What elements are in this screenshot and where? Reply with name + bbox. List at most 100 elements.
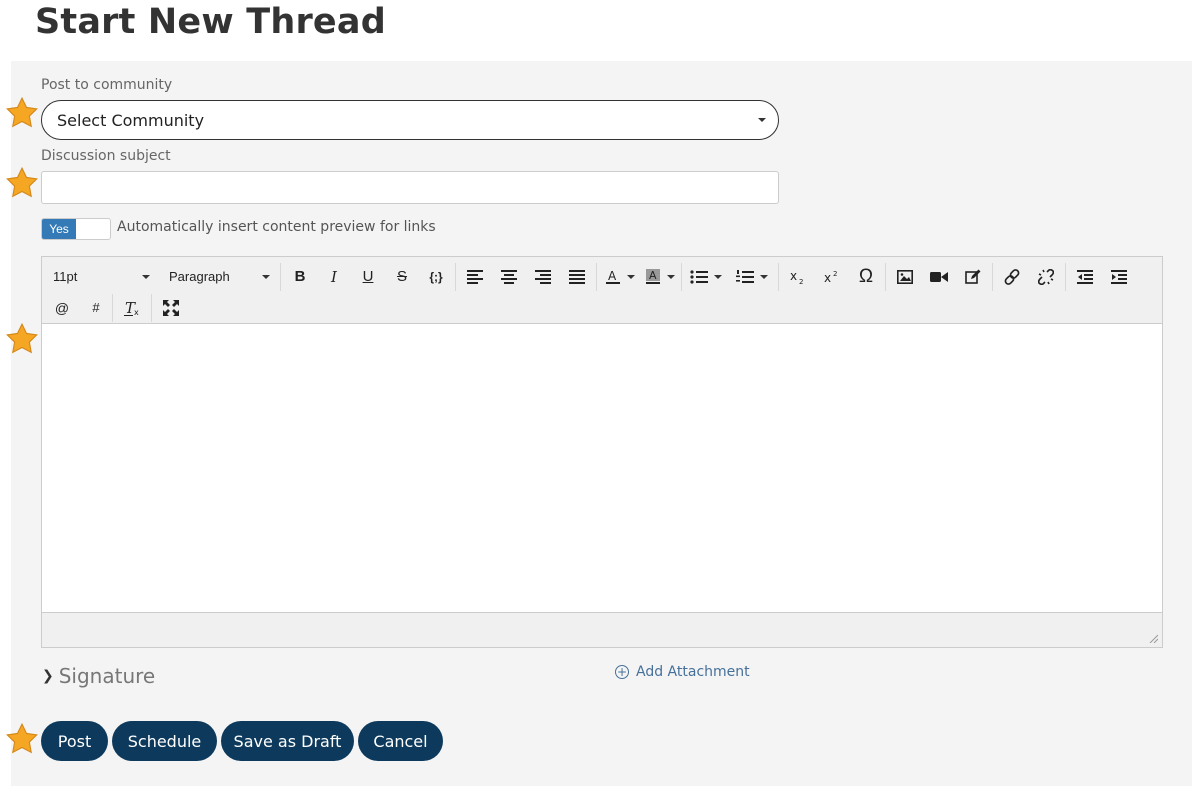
resize-handle-icon[interactable]	[1148, 633, 1158, 643]
edit-source-button[interactable]	[956, 263, 990, 291]
preview-toggle[interactable]: Yes	[41, 218, 111, 240]
italic-button[interactable]: I	[317, 263, 351, 291]
chevron-right-icon: ❯	[42, 668, 54, 684]
hashtag-button[interactable]: #	[82, 294, 110, 322]
caret-down-icon	[714, 274, 722, 279]
text-color-icon: A	[606, 269, 620, 284]
align-justify-button[interactable]	[560, 263, 594, 291]
post-button[interactable]: Post	[41, 721, 108, 761]
subscript-button[interactable]: x2	[781, 263, 815, 291]
numbered-list-button[interactable]	[730, 263, 776, 291]
align-left-button[interactable]	[458, 263, 492, 291]
remove-link-button[interactable]	[1029, 263, 1063, 291]
fullscreen-button[interactable]	[154, 294, 188, 322]
underline-button[interactable]: U	[351, 263, 385, 291]
toolbar-separator	[885, 262, 886, 291]
subject-label: Discussion subject	[41, 148, 171, 164]
block-format-value: Paragraph	[169, 269, 230, 284]
community-select[interactable]: Select Community	[41, 100, 779, 140]
code-icon: {;}	[429, 269, 443, 284]
required-star-icon	[6, 166, 38, 198]
toolbar-separator	[112, 293, 113, 322]
caret-down-icon	[262, 274, 270, 279]
required-star-icon	[6, 722, 38, 754]
strikethrough-button[interactable]: S	[385, 263, 419, 291]
save-draft-button[interactable]: Save as Draft	[221, 721, 354, 761]
background-color-button[interactable]: A	[639, 263, 679, 291]
image-icon	[897, 269, 913, 284]
outdent-icon	[1077, 269, 1093, 284]
bold-button[interactable]: B	[283, 263, 317, 291]
svg-text:A: A	[649, 269, 657, 282]
required-star-icon	[6, 96, 38, 128]
align-center-icon	[501, 269, 517, 284]
indent-button[interactable]	[1102, 263, 1136, 291]
toolbar-separator	[681, 262, 682, 291]
toolbar-separator	[596, 262, 597, 291]
subject-input[interactable]	[41, 171, 779, 204]
bullet-list-icon	[690, 269, 708, 284]
signature-label: Signature	[58, 664, 156, 688]
schedule-button[interactable]: Schedule	[112, 721, 217, 761]
editor-content-area[interactable]	[42, 324, 1162, 612]
bullet-list-button[interactable]	[684, 263, 730, 291]
indent-icon	[1111, 269, 1127, 284]
insert-image-button[interactable]	[888, 263, 922, 291]
superscript-button[interactable]: x2	[815, 263, 849, 291]
caret-down-icon	[627, 274, 635, 279]
editor-toolbar: 11pt Paragraph B I U S {;} A A x 2 x 2 Ω…	[42, 257, 1162, 324]
fullscreen-icon	[163, 299, 179, 316]
required-star-icon	[6, 322, 38, 354]
align-center-button[interactable]	[492, 263, 526, 291]
svg-text:A: A	[608, 269, 617, 283]
font-size-select[interactable]: 11pt	[42, 263, 158, 291]
hash-icon: #	[92, 300, 100, 315]
add-attachment-link[interactable]: + Add Attachment	[615, 664, 750, 680]
text-color-button[interactable]: A	[599, 263, 639, 291]
video-camera-icon	[930, 271, 948, 282]
numbered-list-icon	[736, 269, 754, 283]
add-attachment-label: Add Attachment	[636, 664, 750, 680]
superscript-icon: x2	[824, 270, 837, 284]
community-label: Post to community	[41, 77, 173, 93]
signature-toggle[interactable]: ❯ Signature	[42, 664, 155, 688]
toolbar-separator	[992, 262, 993, 291]
link-icon	[1004, 268, 1020, 285]
caret-down-icon	[142, 274, 150, 279]
special-character-button[interactable]: Ω	[849, 263, 883, 291]
block-format-select[interactable]: Paragraph	[158, 263, 278, 291]
toolbar-separator	[151, 293, 152, 322]
toolbar-separator	[280, 262, 281, 291]
cancel-button[interactable]: Cancel	[358, 721, 443, 761]
mention-button[interactable]: @	[42, 294, 82, 322]
insert-video-button[interactable]	[922, 263, 956, 291]
align-right-button[interactable]	[526, 263, 560, 291]
italic-icon: I	[331, 267, 337, 286]
background-color-icon: A	[646, 268, 660, 284]
svg-text:x: x	[134, 308, 139, 316]
clear-formatting-button[interactable]: Tx	[115, 294, 149, 322]
rich-text-editor: 11pt Paragraph B I U S {;} A A x 2 x 2 Ω…	[41, 256, 1163, 648]
subscript-icon: x2	[790, 270, 803, 284]
toolbar-separator	[455, 262, 456, 291]
align-left-icon	[467, 269, 483, 284]
svg-text:x: x	[790, 270, 797, 283]
toolbar-separator	[1065, 262, 1066, 291]
plus-circle-icon: +	[615, 665, 629, 679]
unlink-icon	[1038, 268, 1054, 285]
at-icon: @	[54, 299, 70, 316]
strikethrough-icon: S	[396, 268, 407, 285]
align-right-icon	[535, 269, 551, 284]
bold-icon: B	[294, 268, 306, 285]
insert-link-button[interactable]	[995, 263, 1029, 291]
caret-down-icon	[760, 274, 768, 279]
outdent-button[interactable]	[1068, 263, 1102, 291]
toggle-state: Yes	[42, 219, 76, 239]
code-button[interactable]: {;}	[419, 263, 453, 291]
caret-down-icon	[758, 118, 766, 122]
font-size-value: 11pt	[53, 269, 78, 284]
clear-formatting-icon: Tx	[124, 300, 139, 316]
svg-text:2: 2	[833, 270, 837, 278]
edit-icon	[965, 269, 981, 284]
omega-icon: Ω	[858, 265, 874, 287]
